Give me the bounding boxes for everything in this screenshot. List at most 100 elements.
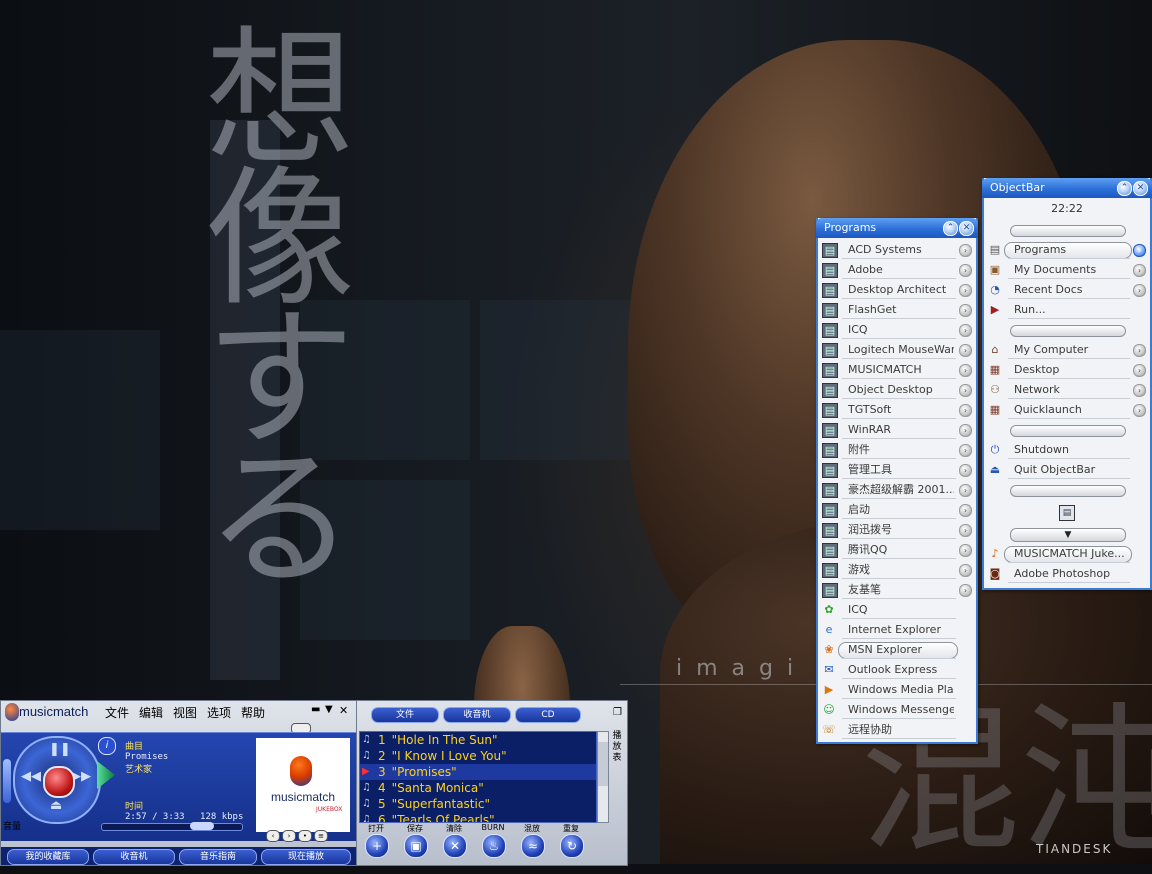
chevron-right-icon[interactable]: › bbox=[959, 424, 972, 437]
tab-radio[interactable]: 收音机 bbox=[443, 707, 511, 723]
eject-icon[interactable]: ⏏ bbox=[50, 798, 62, 813]
shortcut-outlook-express[interactable]: ✉ Outlook Express bbox=[818, 660, 976, 680]
stop-button[interactable] bbox=[43, 766, 75, 798]
playlist-action-button[interactable]: ♨ bbox=[482, 834, 506, 858]
chevron-right-icon[interactable]: › bbox=[959, 404, 972, 417]
objectbar-quicklaunch[interactable]: ▦ Quicklaunch › bbox=[984, 400, 1150, 420]
object-bar-titlebar[interactable]: ObjectBar ⌃ ✕ bbox=[982, 178, 1152, 198]
playlist-action-button[interactable]: + bbox=[365, 834, 389, 858]
chevron-right-icon[interactable]: › bbox=[1133, 384, 1146, 397]
shade-icon[interactable]: ▼ bbox=[325, 704, 333, 715]
program-group-[interactable]: ▤ 润迅拨号 › bbox=[818, 520, 976, 540]
close-icon[interactable]: ✕ bbox=[1133, 181, 1148, 196]
menu-file[interactable]: 文件 bbox=[105, 704, 129, 721]
pause-icon[interactable]: ❚❚ bbox=[49, 742, 71, 757]
chevron-right-icon[interactable]: › bbox=[959, 244, 972, 257]
program-group-acd-systems[interactable]: ▤ ACD Systems › bbox=[818, 240, 976, 260]
chevron-right-icon[interactable]: › bbox=[959, 364, 972, 377]
pinned-adobe-photoshop[interactable]: ◙ Adobe Photoshop bbox=[984, 564, 1150, 584]
menu-options[interactable]: 选项 bbox=[207, 704, 231, 721]
shortcut-windows-messenger[interactable]: ☺ Windows Messenger bbox=[818, 700, 976, 720]
seek-bar[interactable] bbox=[101, 822, 243, 831]
chevron-right-icon[interactable]: › bbox=[1133, 264, 1146, 277]
playlist-scrollbar[interactable] bbox=[597, 731, 609, 823]
tab-file[interactable]: 文件 bbox=[371, 707, 439, 723]
minimize-icon[interactable]: ▬ bbox=[311, 704, 320, 715]
chevron-right-icon[interactable]: › bbox=[959, 444, 972, 457]
menu-view[interactable]: 视图 bbox=[173, 704, 197, 721]
pinned-musicmatch-juke[interactable]: ♪ MUSICMATCH Juke... bbox=[984, 544, 1150, 564]
info-icon[interactable]: i bbox=[98, 737, 116, 755]
close-icon[interactable]: ✕ bbox=[339, 704, 348, 717]
nav-my-library[interactable]: 我的收藏库 bbox=[7, 849, 89, 865]
collapse-icon[interactable]: ⌃ bbox=[1117, 181, 1132, 196]
program-group-[interactable]: ▤ 管理工具 › bbox=[818, 460, 976, 480]
shortcut-[interactable]: ☏ 远程协助 bbox=[818, 720, 976, 740]
shortcut-icq[interactable]: ✿ ICQ bbox=[818, 600, 976, 620]
program-group-icq[interactable]: ▤ ICQ › bbox=[818, 320, 976, 340]
chevron-right-icon[interactable]: › bbox=[959, 484, 972, 497]
playlist-action-button[interactable]: ▣ bbox=[404, 834, 428, 858]
objectbar-run[interactable]: ▶ Run... bbox=[984, 300, 1150, 320]
program-group-flashget[interactable]: ▤ FlashGet › bbox=[818, 300, 976, 320]
playlist-row[interactable]: ▶ 3 "Promises" bbox=[360, 764, 596, 780]
chevron-right-icon[interactable]: › bbox=[959, 384, 972, 397]
program-group-logitech-mouseware[interactable]: ▤ Logitech MouseWare › bbox=[818, 340, 976, 360]
chevron-right-icon[interactable]: › bbox=[959, 524, 972, 537]
shortcut-msn-explorer[interactable]: ❀ MSN Explorer bbox=[818, 640, 976, 660]
scrollbar-thumb[interactable] bbox=[598, 742, 608, 786]
program-group-musicmatch[interactable]: ▤ MUSICMATCH › bbox=[818, 360, 976, 380]
playlist-row[interactable]: ♫ 5 "Superfantastic" bbox=[360, 796, 596, 812]
program-group-2001[interactable]: ▤ 豪杰超级解霸 2001... › bbox=[818, 480, 976, 500]
chevron-right-icon[interactable]: › bbox=[959, 264, 972, 277]
program-group-[interactable]: ▤ 附件 › bbox=[818, 440, 976, 460]
menu-edit[interactable]: 编辑 bbox=[139, 704, 163, 721]
volume-slider[interactable] bbox=[3, 759, 11, 803]
chevron-right-icon[interactable]: › bbox=[1133, 284, 1146, 297]
nav-radio[interactable]: 收音机 bbox=[93, 849, 175, 865]
objectbar-desktop[interactable]: ▦ Desktop › bbox=[984, 360, 1150, 380]
playlist-row[interactable]: ♫ 4 "Santa Monica" bbox=[360, 780, 596, 796]
objectbar-programs[interactable]: ▤ Programs › bbox=[984, 240, 1150, 260]
chevron-right-icon[interactable]: › bbox=[1133, 364, 1146, 377]
program-group-adobe[interactable]: ▤ Adobe › bbox=[818, 260, 976, 280]
program-group-desktop-architect[interactable]: ▤ Desktop Architect › bbox=[818, 280, 976, 300]
chevron-right-icon[interactable]: › bbox=[959, 344, 972, 357]
playlist-action-button[interactable]: ≈ bbox=[521, 834, 545, 858]
program-group-[interactable]: ▤ 启动 › bbox=[818, 500, 976, 520]
collapse-icon[interactable]: ⌃ bbox=[943, 221, 958, 236]
program-group-[interactable]: ▤ 友基笔 › bbox=[818, 580, 976, 600]
seek-thumb[interactable] bbox=[190, 822, 214, 830]
close-icon[interactable]: ✕ bbox=[959, 221, 974, 236]
chevron-right-icon[interactable]: › bbox=[959, 564, 972, 577]
objectbar-my-documents[interactable]: ▣ My Documents › bbox=[984, 260, 1150, 280]
chevron-right-icon[interactable]: › bbox=[959, 324, 972, 337]
program-group-tgtsoft[interactable]: ▤ TGTSoft › bbox=[818, 400, 976, 420]
playlist-row[interactable]: ♫ 2 "I Know I Love You" bbox=[360, 748, 596, 764]
programs-bar-titlebar[interactable]: Programs ⌃ ✕ bbox=[816, 218, 978, 238]
playlist-row[interactable]: ♫ 6 "Tearls Of Pearls" bbox=[360, 812, 596, 822]
menu-help[interactable]: 帮助 bbox=[241, 704, 265, 721]
chevron-right-icon[interactable]: › bbox=[959, 504, 972, 517]
desktop-window-icon[interactable]: ▤ bbox=[1059, 505, 1075, 521]
chevron-right-icon[interactable]: › bbox=[1133, 404, 1146, 417]
chevron-down-icon[interactable]: ▼ bbox=[1010, 528, 1126, 542]
chevron-right-icon[interactable]: › bbox=[959, 464, 972, 477]
objectbar-network[interactable]: ⚇ Network › bbox=[984, 380, 1150, 400]
program-group-object-desktop[interactable]: ▤ Object Desktop › bbox=[818, 380, 976, 400]
shortcut-windows-media-pla[interactable]: ▶ Windows Media Pla... bbox=[818, 680, 976, 700]
playlist-action-button[interactable]: ✕ bbox=[443, 834, 467, 858]
chevron-right-icon[interactable]: › bbox=[959, 544, 972, 557]
chevron-right-icon[interactable]: › bbox=[1133, 244, 1146, 257]
chevron-right-icon[interactable]: › bbox=[1133, 344, 1146, 357]
program-group-qq[interactable]: ▤ 腾讯QQ › bbox=[818, 540, 976, 560]
program-group-[interactable]: ▤ 游戏 › bbox=[818, 560, 976, 580]
list-small-icon[interactable]: ≡ bbox=[314, 830, 328, 842]
forward-small-icon[interactable]: › bbox=[282, 830, 296, 842]
nav-now-playing[interactable]: 现在播放 bbox=[261, 849, 351, 865]
objectbar-shutdown[interactable]: ⏻ Shutdown bbox=[984, 440, 1150, 460]
shortcut-internet-explorer[interactable]: e Internet Explorer bbox=[818, 620, 976, 640]
playlist-row[interactable]: ♫ 1 "Hole In The Sun" bbox=[360, 732, 596, 748]
chevron-right-icon[interactable]: › bbox=[959, 284, 972, 297]
rewind-small-icon[interactable]: ‹ bbox=[266, 830, 280, 842]
